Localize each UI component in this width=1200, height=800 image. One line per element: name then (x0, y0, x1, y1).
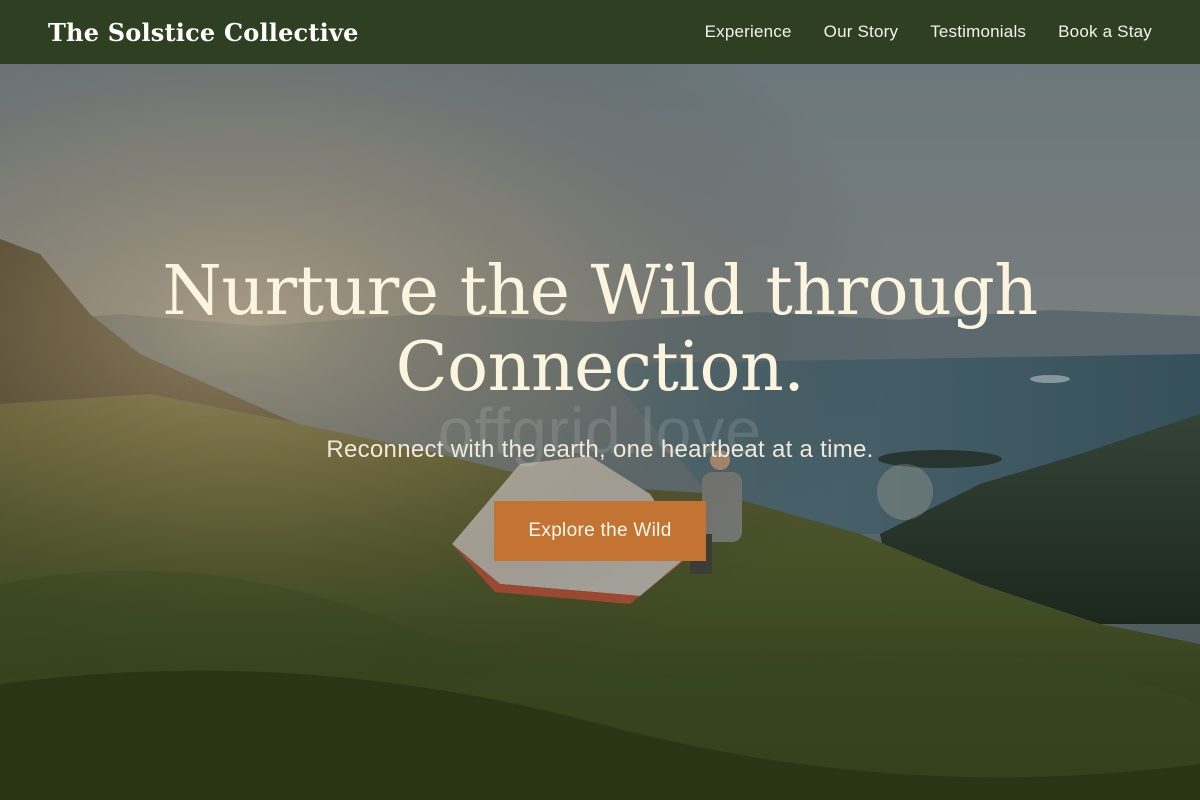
nav-link-book-a-stay[interactable]: Book a Stay (1058, 22, 1152, 42)
brand-logo[interactable]: The Solstice Collective (48, 18, 359, 47)
main-nav: Experience Our Story Testimonials Book a… (705, 22, 1152, 42)
nav-link-experience[interactable]: Experience (705, 22, 792, 42)
hero-content: Nurture the Wild through Connection. Rec… (0, 254, 1200, 561)
nav-link-our-story[interactable]: Our Story (824, 22, 899, 42)
hero-subtitle: Reconnect with the earth, one heartbeat … (326, 436, 874, 463)
explore-the-wild-button[interactable]: Explore the Wild (494, 501, 706, 561)
site-header: The Solstice Collective Experience Our S… (0, 0, 1200, 64)
hero-title: Nurture the Wild through Connection. (162, 252, 1038, 407)
hero-section: offgrid.love Nurture the Wild through Co… (0, 64, 1200, 800)
nav-link-testimonials[interactable]: Testimonials (930, 22, 1026, 42)
